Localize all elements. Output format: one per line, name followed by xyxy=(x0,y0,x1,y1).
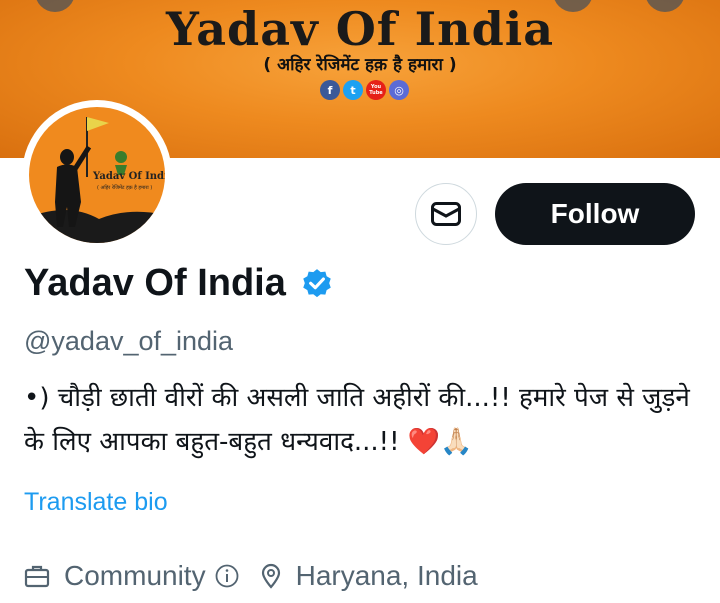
mail-icon xyxy=(431,202,461,226)
location-pin-icon xyxy=(261,563,280,589)
profile-bio: •) चौड़ी छाती वीरों की असली जाति अहीरों … xyxy=(24,383,690,457)
avatar-image: Yadav Of India ( अहिर रेजिमेंट हक़ है हम… xyxy=(29,107,165,243)
follow-button[interactable]: Follow xyxy=(495,183,695,245)
message-button[interactable] xyxy=(415,183,477,245)
banner-title: Yadav Of India xyxy=(165,2,555,56)
profile-name-row: Yadav Of India xyxy=(24,262,334,305)
profile-handle: @yadav_of_india xyxy=(24,326,234,356)
facebook-icon: f xyxy=(320,80,340,100)
profile-meta: Community Haryana, India xyxy=(24,560,478,592)
info-icon[interactable] xyxy=(214,563,240,589)
profile-name: Yadav Of India xyxy=(24,262,286,304)
avatar[interactable]: Yadav Of India ( अहिर रेजिमेंट हक़ है हम… xyxy=(22,100,172,250)
location-label: Haryana, India xyxy=(295,560,478,591)
banner-subtitle: ( अहिर रेजिमेंट हक़ है हमारा ) xyxy=(263,55,457,75)
banner-social-icons: f t You Tube ◎ xyxy=(320,80,409,100)
youtube-icon: You Tube xyxy=(366,80,386,100)
category-item[interactable]: Community xyxy=(24,560,240,592)
instagram-icon: ◎ xyxy=(389,80,409,100)
avatar-title: Yadav Of India xyxy=(93,171,165,182)
avatar-subtitle: ( अहिर रेजिमेंट हक़ है हमारा ) xyxy=(97,185,153,191)
translate-bio-link[interactable]: Translate bio xyxy=(24,488,168,517)
location-item: Haryana, India xyxy=(260,560,478,592)
category-label: Community xyxy=(64,560,206,591)
verified-badge-icon[interactable] xyxy=(300,267,334,301)
twitter-icon: t xyxy=(343,80,363,100)
briefcase-icon xyxy=(24,565,50,588)
